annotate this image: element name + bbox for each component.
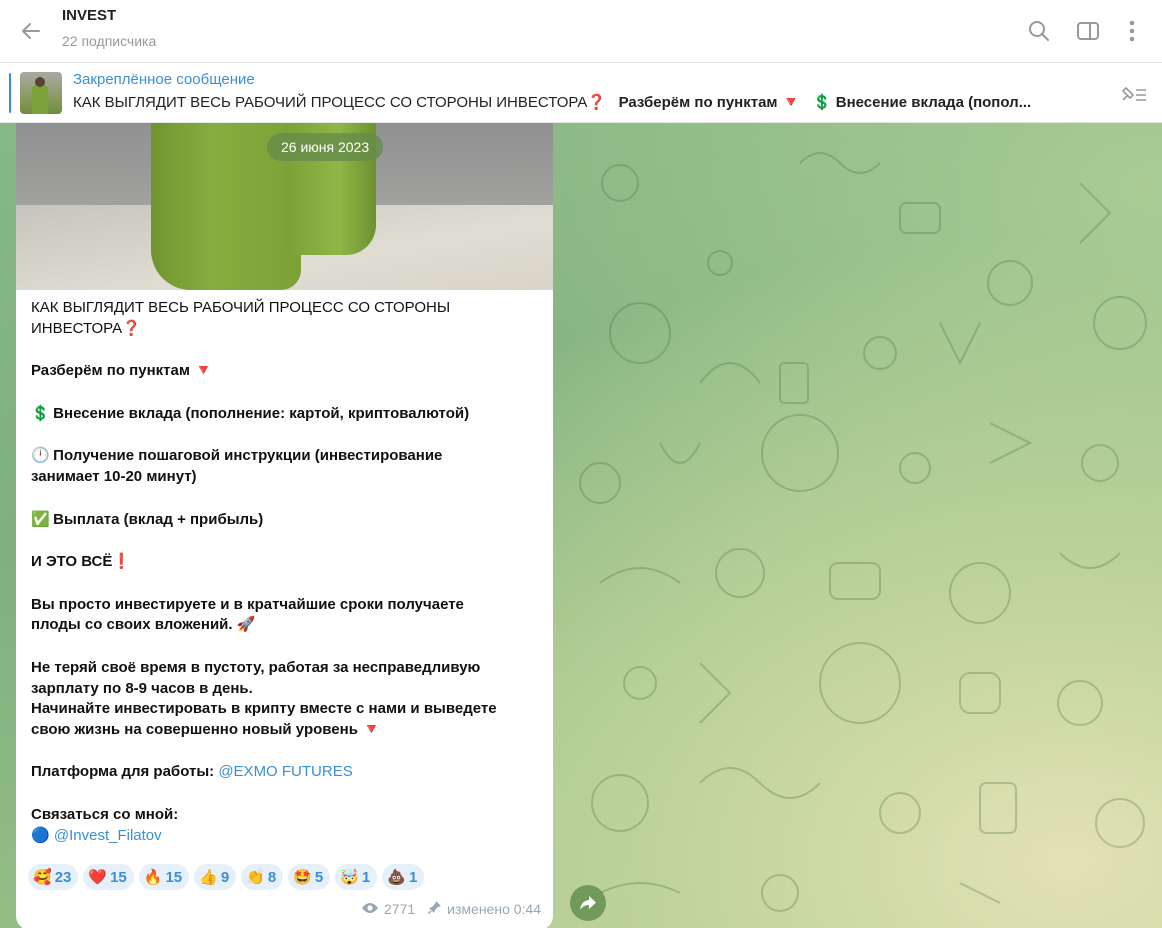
reaction-smiling-hearts[interactable]: 🥰 23 <box>28 864 79 890</box>
unpin-icon[interactable] <box>1116 81 1150 107</box>
reaction-mind-blown[interactable]: 🤯 1 <box>335 864 378 890</box>
date-badge: 26 июня 2023 <box>267 133 384 161</box>
pinned-thumbnail <box>20 72 62 114</box>
contact-link[interactable]: @Invest_Filatov <box>54 827 162 844</box>
back-arrow-icon[interactable] <box>16 16 46 46</box>
message-bubble[interactable]: 26 июня 2023 КАК ВЫГЛЯДИТ ВЕСЬ РАБОЧИЙ П… <box>16 123 553 928</box>
chat-header: INVEST 22 подписчика <box>0 0 1162 63</box>
message-meta: 2771 изменено 0:44 <box>361 900 541 917</box>
channel-title[interactable]: INVEST <box>62 7 116 24</box>
pinned-message-bar[interactable]: Закреплённое сообщение КАК ВЫГЛЯДИТ ВЕСЬ… <box>0 63 1162 123</box>
view-count: 2771 <box>384 900 416 917</box>
reaction-clap[interactable]: 👏 8 <box>241 864 284 890</box>
reaction-fire[interactable]: 🔥 15 <box>138 864 190 890</box>
pinned-indicator <box>9 73 11 113</box>
eye-icon <box>361 901 379 917</box>
platform-link[interactable]: @EXMO FUTURES <box>218 763 352 780</box>
reaction-poop[interactable]: 💩 1 <box>382 864 425 890</box>
reaction-thumbs-up[interactable]: 👍 9 <box>194 864 237 890</box>
subscriber-count: 22 подписчика <box>62 33 157 49</box>
reaction-star-struck[interactable]: 🤩 5 <box>288 864 331 890</box>
sidebar-toggle-icon[interactable] <box>1073 16 1103 46</box>
share-icon[interactable] <box>570 885 606 921</box>
pinned-label: Закреплённое сообщение <box>73 71 255 88</box>
search-icon[interactable] <box>1024 16 1054 46</box>
pin-icon <box>428 900 442 917</box>
reactions-row: 🥰 23 ❤️ 15 🔥 15 👍 9 👏 8 🤩 5 🤯 1 💩 1 <box>28 864 425 892</box>
message-text: КАК ВЫГЛЯДИТ ВЕСЬ РАБОЧИЙ ПРОЦЕСС СО СТО… <box>31 299 497 844</box>
pinned-text: КАК ВЫГЛЯДИТ ВЕСЬ РАБОЧИЙ ПРОЦЕСС СО СТО… <box>73 94 1032 111</box>
more-vertical-icon[interactable] <box>1117 16 1147 46</box>
edited-label: изменено 0:44 <box>447 900 541 917</box>
reaction-heart[interactable]: ❤️ 15 <box>83 864 134 890</box>
chat-area: 26 июня 2023 КАК ВЫГЛЯДИТ ВЕСЬ РАБОЧИЙ П… <box>0 123 1162 928</box>
